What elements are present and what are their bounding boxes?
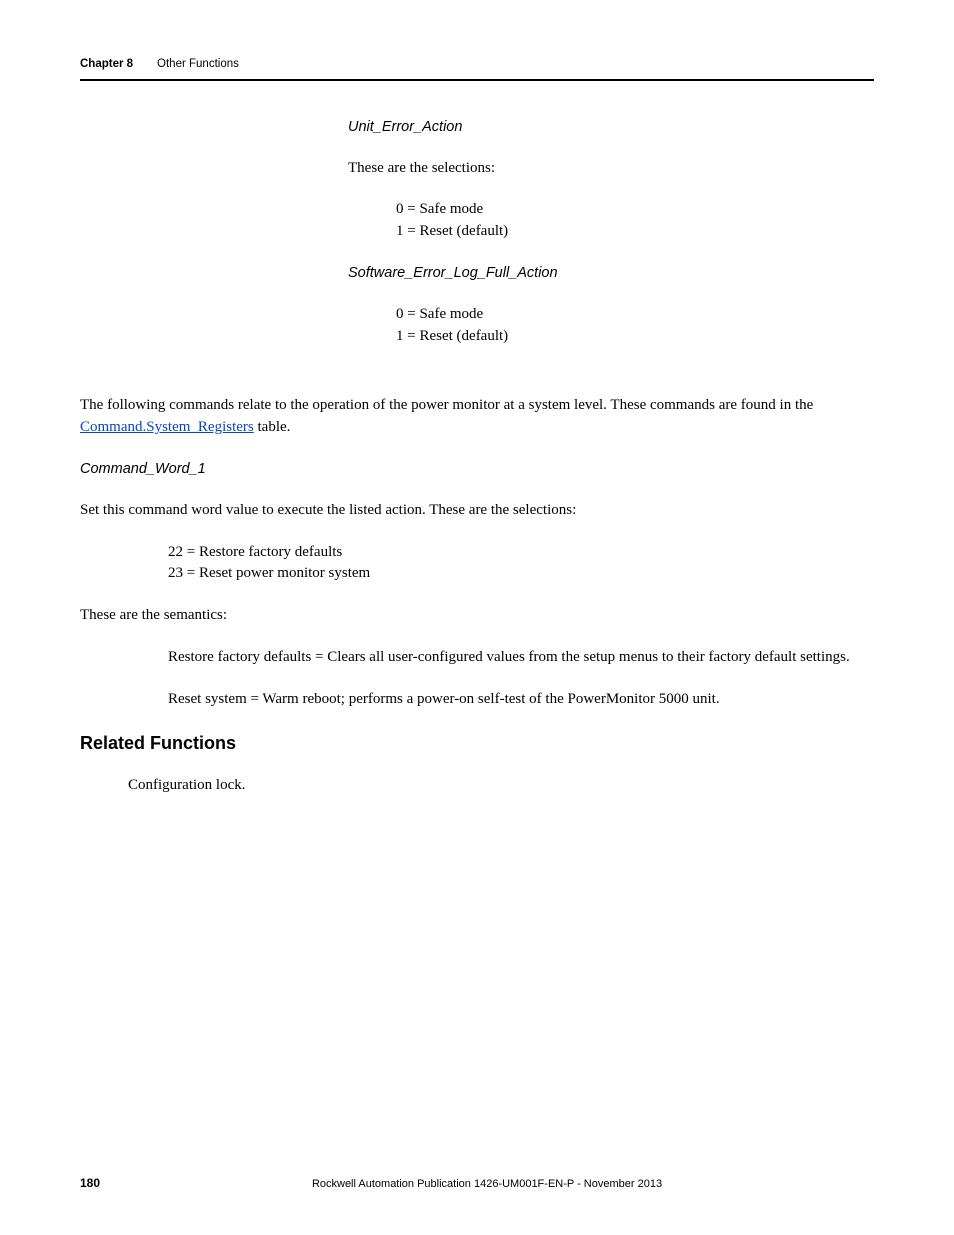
misc-intro-paragraph: The following commands relate to the ope… xyxy=(80,395,874,439)
option-reset-system: 23 = Reset power monitor system xyxy=(168,563,874,585)
param-title-unit-error-action: Unit_Error_Action xyxy=(348,117,874,138)
related-config-lock: Configuration lock. xyxy=(128,775,874,797)
param-title-command-word-1: Command_Word_1 xyxy=(80,459,874,480)
option-list-2: 0 = Safe mode 1 = Reset (default) xyxy=(348,304,874,348)
intro-selections-1: These are the selections: xyxy=(348,158,874,180)
page-header: Chapter 8 Other Functions xyxy=(80,56,874,81)
command-options: 22 = Restore factory defaults 23 = Reset… xyxy=(80,542,874,586)
param-title-software-error-log: Software_Error_Log_Full_Action xyxy=(348,263,874,284)
semantic-reset-system: Reset system = Warm reboot; performs a p… xyxy=(168,689,874,711)
command-word-desc: Set this command word value to execute t… xyxy=(80,500,874,522)
option-restore-defaults: 22 = Restore factory defaults xyxy=(168,542,874,564)
option-safe-mode-1: 0 = Safe mode xyxy=(396,199,874,221)
option-reset-default-1: 1 = Reset (default) xyxy=(396,221,874,243)
misc-intro-post: table. xyxy=(254,419,291,435)
semantics-intro: These are the semantics: xyxy=(80,605,874,627)
option-reset-default-2: 1 = Reset (default) xyxy=(396,326,874,348)
chapter-label: Chapter 8 xyxy=(80,56,133,73)
heading-related-functions: Related Functions xyxy=(80,730,874,756)
page-number: 180 xyxy=(80,1175,100,1192)
option-safe-mode-2: 0 = Safe mode xyxy=(396,304,874,326)
publication-info: Rockwell Automation Publication 1426-UM0… xyxy=(100,1177,874,1193)
option-list-1: 0 = Safe mode 1 = Reset (default) xyxy=(348,199,874,243)
heading-misc-commands: Miscellaneous Commands xyxy=(0,395,52,450)
link-command-system-registers[interactable]: Command.System_Registers xyxy=(80,419,254,435)
semantic-restore-defaults: Restore factory defaults = Clears all us… xyxy=(168,647,874,669)
section-unit-error: Unit_Error_Action These are the selectio… xyxy=(80,117,874,348)
related-list: Configuration lock. xyxy=(80,775,874,797)
chapter-title: Other Functions xyxy=(157,56,239,73)
semantics-list: Restore factory defaults = Clears all us… xyxy=(80,647,874,711)
page-footer: 180 Rockwell Automation Publication 1426… xyxy=(80,1175,874,1193)
misc-intro-pre: The following commands relate to the ope… xyxy=(80,397,813,413)
section-misc-commands: Miscellaneous Commands The following com… xyxy=(80,395,874,816)
